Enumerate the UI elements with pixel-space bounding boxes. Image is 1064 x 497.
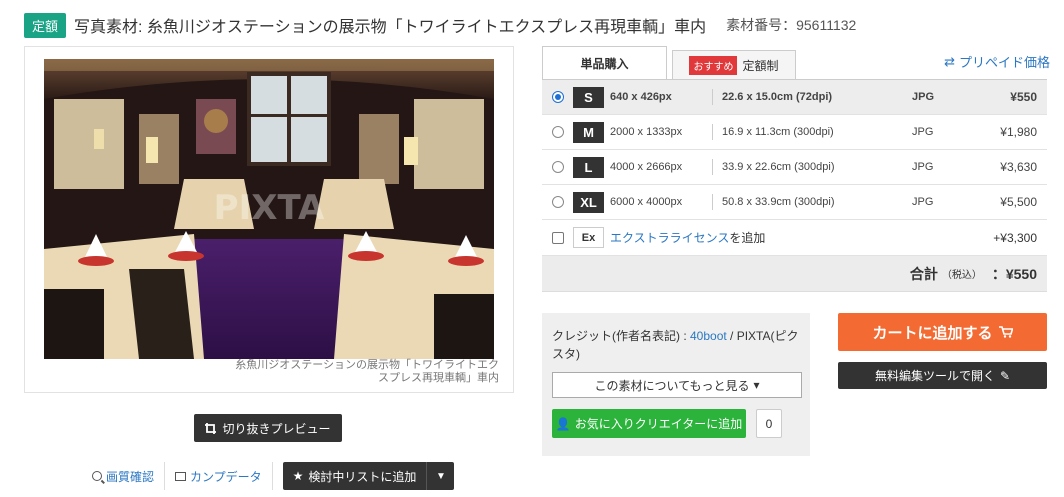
size-price: ¥550 — [1010, 90, 1037, 104]
add-to-list-label: 検討中リストに追加 — [308, 469, 417, 484]
total-label: 合計 — [909, 265, 938, 282]
caret-down-icon: ▼ — [435, 470, 446, 482]
subscription-badge: 定額 — [24, 12, 67, 38]
extra-license-price: +¥3,300 — [993, 230, 1037, 245]
swap-icon: ⇄ — [944, 53, 955, 69]
credit-text: クレジット(作者名表記) : 40boot / PIXTA(ピクスタ) — [552, 327, 802, 363]
size-pixels: 2000 x 1333px — [610, 126, 683, 138]
asset-number: 素材番号：95611132 — [726, 17, 857, 33]
crop-icon — [205, 422, 217, 434]
prepaid-label: プリペイド価格 — [958, 55, 1050, 70]
open-edit-tool-button[interactable]: 無料編集ツールで開く ✎ — [838, 362, 1047, 389]
add-favorite-label: お気に入りクリエイターに追加 — [574, 417, 743, 431]
crop-preview-label: 切り抜きプレビュー — [222, 421, 331, 436]
size-price: ¥5,500 — [1000, 195, 1037, 209]
size-cm: 22.6 x 15.0cm (72dpi) — [712, 89, 832, 105]
tab-single-purchase[interactable]: 単品購入 — [542, 46, 667, 80]
size-format: JPG — [912, 161, 934, 173]
extra-license-text: エクストラライセンスを追加 — [610, 229, 765, 246]
size-radio-l[interactable] — [552, 161, 564, 173]
cart-icon — [998, 326, 1013, 338]
comp-data-link[interactable]: カンプデータ — [165, 462, 273, 490]
size-label: M — [573, 121, 604, 143]
size-pixels: 6000 x 4000px — [610, 196, 683, 208]
size-format: JPG — [912, 91, 935, 103]
image-links-row: 画質確認 カンプデータ ★ 検討中リストに追加 ▼ — [82, 462, 455, 490]
image-icon — [175, 471, 187, 481]
size-label: L — [573, 156, 604, 178]
extra-license-suffix: を追加 — [729, 231, 766, 245]
star-icon: ★ — [292, 469, 304, 483]
add-to-cart-button[interactable]: カートに追加する — [838, 313, 1047, 351]
add-favorite-creator-button[interactable]: 👤 お気に入りクリエイターに追加 — [552, 409, 746, 438]
comp-data-label: カンプデータ — [190, 469, 262, 484]
size-format: JPG — [912, 126, 934, 138]
size-cm: 33.9 x 22.6cm (300dpi) — [712, 159, 835, 175]
size-price: ¥1,980 — [1000, 125, 1037, 139]
size-table: S 640 x 426px 22.6 x 15.0cm (72dpi) JPG … — [542, 79, 1047, 292]
extra-license-row[interactable]: Ex エクストラライセンスを追加 +¥3,300 — [542, 220, 1047, 256]
add-to-cart-label: カートに追加する — [872, 324, 993, 342]
favorite-count: 0 — [756, 409, 782, 438]
tab-subscription-label: 定額制 — [742, 59, 779, 73]
size-pixels: 640 x 426px — [610, 91, 672, 103]
see-more-label: この素材についてもっと見る — [594, 378, 750, 393]
prepaid-price-link[interactable]: ⇄ プリペイド価格 — [944, 52, 1050, 71]
size-row-xl[interactable]: XL 6000 x 4000px 50.8 x 33.9cm (300dpi) … — [542, 185, 1047, 220]
quality-check-link[interactable]: 画質確認 — [82, 462, 166, 490]
user-plus-icon: 👤 — [555, 416, 571, 431]
preview-photo[interactable]: PIXTA — [44, 59, 494, 359]
photo-illustration: PIXTA — [44, 59, 494, 359]
total-tax-note: （税込） — [941, 270, 982, 281]
size-pixels: 4000 x 2666px — [610, 161, 683, 173]
purchase-tabs: 単品購入 おすすめ 定額制 — [542, 46, 796, 80]
total-row: 合計 （税込） ：¥550 — [542, 256, 1047, 292]
credit-prefix: クレジット(作者名表記) : — [552, 329, 690, 343]
credit-box: クレジット(作者名表記) : 40boot / PIXTA(ピクスタ) この素材… — [542, 313, 810, 456]
extra-badge: Ex — [573, 227, 604, 248]
total-value: ：¥550 — [991, 265, 1037, 282]
list-dropdown-button[interactable]: ▼ — [426, 462, 455, 490]
image-caption: 糸魚川ジオステーションの展示物「トワイライトエクスプレス再現車輌」車内 — [235, 359, 499, 384]
page-title: 写真素材: 糸魚川ジオステーションの展示物「トワイライトエクスプレス再現車輌」車… — [74, 19, 707, 36]
size-row-m[interactable]: M 2000 x 1333px 16.9 x 11.3cm (300dpi) J… — [542, 115, 1047, 150]
title-row: 定額 写真素材: 糸魚川ジオステーションの展示物「トワイライトエクスプレス再現車… — [24, 12, 856, 38]
crop-preview-button[interactable]: 切り抜きプレビュー — [194, 414, 342, 442]
pencil-icon: ✎ — [999, 368, 1011, 383]
size-radio-s[interactable] — [552, 91, 564, 103]
add-to-list-group: ★ 検討中リストに追加 ▼ — [282, 462, 455, 490]
size-row-s[interactable]: S 640 x 426px 22.6 x 15.0cm (72dpi) JPG … — [542, 80, 1047, 115]
size-radio-m[interactable] — [552, 126, 564, 138]
size-label: S — [573, 86, 604, 108]
magnify-icon — [92, 471, 102, 481]
size-label: XL — [573, 191, 604, 213]
edit-tool-label: 無料編集ツールで開く — [874, 369, 995, 383]
extra-license-checkbox[interactable] — [552, 231, 564, 244]
see-more-button[interactable]: この素材についてもっと見る ▾ — [552, 372, 802, 398]
quality-check-label: 画質確認 — [106, 469, 155, 484]
size-cm: 16.9 x 11.3cm (300dpi) — [712, 124, 834, 140]
author-link[interactable]: 40boot — [690, 329, 727, 343]
tab-subscription[interactable]: おすすめ 定額制 — [672, 50, 796, 80]
caret-down-icon: ▾ — [753, 378, 760, 392]
size-radio-xl[interactable] — [552, 196, 564, 208]
size-row-l[interactable]: L 4000 x 2666px 33.9 x 22.6cm (300dpi) J… — [542, 150, 1047, 185]
image-panel: PIXTA 糸魚川ジオステーションの展示物「トワイライトエクスプレス再現車輌」車… — [24, 46, 514, 393]
recommend-badge: おすすめ — [689, 56, 738, 75]
size-price: ¥3,630 — [1000, 160, 1037, 174]
add-to-list-button[interactable]: ★ 検討中リストに追加 — [282, 462, 427, 490]
extra-license-link[interactable]: エクストラライセンス — [610, 231, 729, 245]
watermark-text: PIXTA — [214, 188, 325, 228]
size-cm: 50.8 x 33.9cm (300dpi) — [712, 194, 835, 210]
size-format: JPG — [912, 196, 934, 208]
